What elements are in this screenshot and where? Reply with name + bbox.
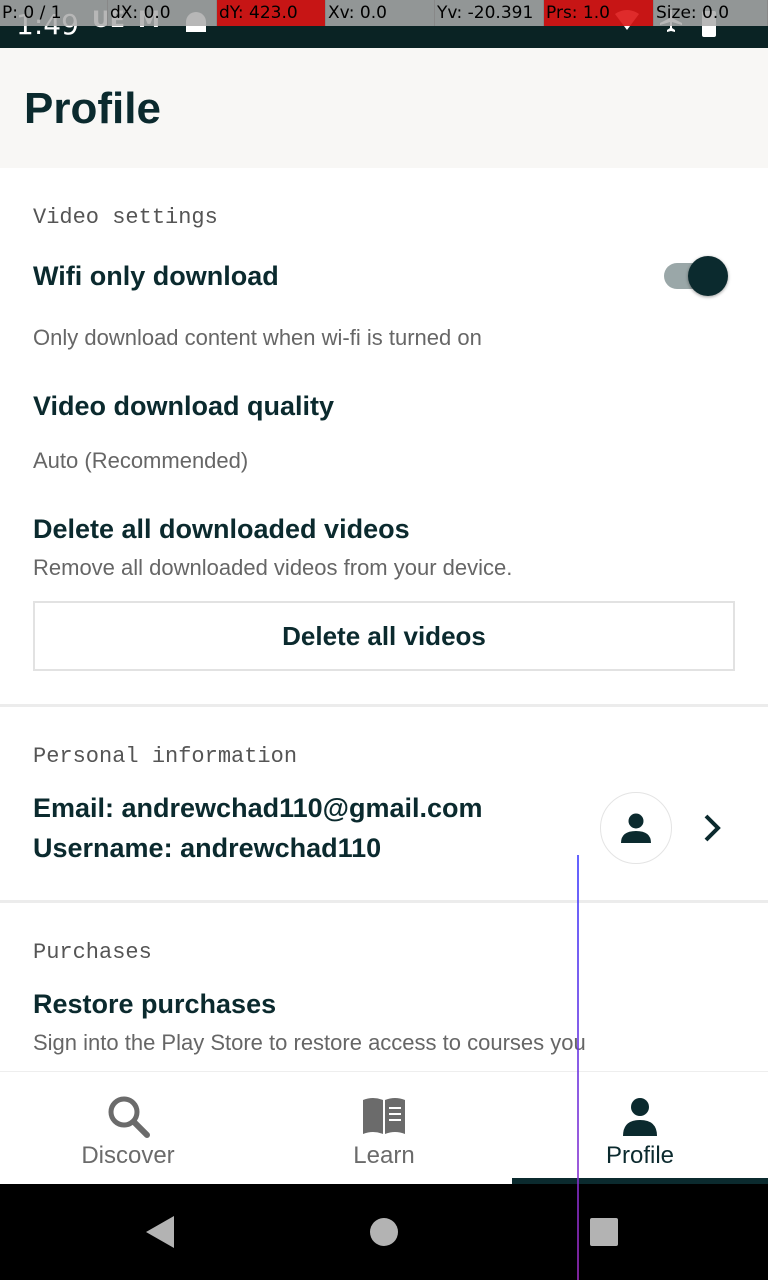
- nav-label-discover: Discover: [81, 1142, 175, 1169]
- nav-item-learn[interactable]: Learn: [256, 1072, 512, 1185]
- delete-downloaded-videos-title: Delete all downloaded videos: [33, 514, 410, 544]
- nav-label-learn: Learn: [353, 1142, 415, 1169]
- nav-label-profile: Profile: [605, 1142, 675, 1169]
- person-icon: [621, 813, 651, 843]
- section-divider: [0, 900, 768, 903]
- purchases-header: Purchases: [33, 940, 152, 965]
- recent-apps-icon[interactable]: [590, 1218, 618, 1246]
- nav-item-profile[interactable]: Profile: [512, 1072, 768, 1185]
- touch-trace-line: [577, 855, 579, 1280]
- wifi-only-download-title[interactable]: Wifi only download: [33, 261, 279, 292]
- debug-pressure: Prs: 1.0: [544, 0, 654, 26]
- debug-xv: Xv: 0.0: [326, 0, 435, 26]
- video-settings-header: Video settings: [33, 205, 218, 230]
- video-download-quality-title[interactable]: Video download quality: [33, 391, 334, 422]
- bottom-navigation: Discover Learn Profile: [0, 1071, 768, 1185]
- debug-yv: Yv: -20.391: [435, 0, 544, 26]
- system-navigation-bar: [0, 1184, 768, 1280]
- debug-dy: dY: 423.0: [217, 0, 326, 26]
- toggle-thumb: [688, 256, 728, 296]
- debug-size: Size: 0.0: [654, 0, 768, 26]
- debug-pointer-count: P: 0 / 1: [0, 0, 108, 26]
- delete-downloaded-videos-subtitle: Remove all downloaded videos from your d…: [33, 555, 513, 580]
- section-divider: [0, 704, 768, 707]
- person-icon: [623, 1098, 657, 1136]
- app-bar: Profile: [0, 48, 768, 168]
- back-icon[interactable]: [146, 1216, 174, 1248]
- restore-purchases-subtitle: Sign into the Play Store to restore acce…: [33, 1030, 586, 1055]
- book-icon: [363, 1098, 405, 1134]
- chevron-right-icon[interactable]: [700, 812, 724, 844]
- pointer-debug-overlay: P: 0 / 1 dX: 0.0 dY: 423.0 Xv: 0.0 Yv: -…: [0, 0, 768, 26]
- wifi-only-download-subtitle: Only download content when wi-fi is turn…: [33, 325, 482, 350]
- home-icon[interactable]: [370, 1218, 398, 1246]
- wifi-only-toggle[interactable]: [664, 256, 730, 296]
- email-text[interactable]: Email: andrewchad110@gmail.com: [33, 793, 483, 824]
- video-download-quality-value[interactable]: Auto (Recommended): [33, 448, 248, 474]
- search-icon: [108, 1096, 150, 1138]
- delete-all-videos-button[interactable]: Delete all videos: [33, 601, 735, 671]
- personal-information-header: Personal information: [33, 744, 298, 769]
- username-text[interactable]: Username: andrewchad110: [33, 833, 381, 864]
- avatar[interactable]: [600, 792, 672, 864]
- debug-dx: dX: 0.0: [108, 0, 217, 26]
- nav-item-discover[interactable]: Discover: [0, 1072, 256, 1185]
- restore-purchases-title[interactable]: Restore purchases: [33, 989, 276, 1020]
- page-title: Profile: [24, 84, 161, 133]
